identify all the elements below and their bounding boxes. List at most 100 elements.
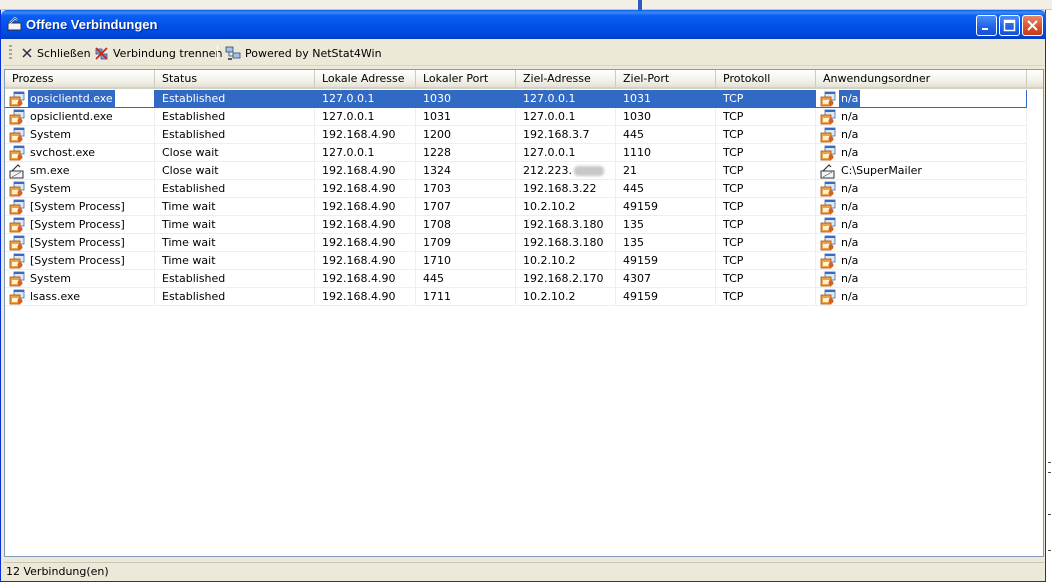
status-value: Established xyxy=(162,182,226,195)
cell-remote-port: 49159 xyxy=(616,252,716,270)
disconnect-button[interactable]: Verbindung trennen xyxy=(94,44,222,62)
app-folder-label: n/a xyxy=(841,182,859,195)
connections-window: Offene Verbindungen Schließen Verbindung… xyxy=(0,10,1046,582)
column-header-status[interactable]: Status xyxy=(155,70,315,87)
close-button-label: Schließen xyxy=(37,46,91,60)
cell-status: Established xyxy=(155,180,315,198)
column-header-local-port[interactable]: Lokaler Port xyxy=(416,70,516,87)
cell-process: [System Process] xyxy=(5,234,155,252)
app-process-icon xyxy=(820,271,836,287)
cell-remote-address: 127.0.0.1 xyxy=(516,108,616,126)
title-bar[interactable]: Offene Verbindungen xyxy=(1,10,1046,39)
cell-remote-address: 127.0.0.1 xyxy=(516,90,616,108)
status-value: Established xyxy=(162,290,226,303)
status-value: Time wait xyxy=(162,254,216,267)
background-desktop-strip xyxy=(0,0,1052,10)
connection-count: 12 Verbindung(en) xyxy=(6,565,109,578)
status-value: Time wait xyxy=(162,200,216,213)
status-value: Time wait xyxy=(162,236,216,249)
process-name: System xyxy=(30,272,72,285)
table-row[interactable]: lsass.exe Established 192.168.4.90 1711 10.2… xyxy=(5,288,1043,306)
cell-local-port: 1708 xyxy=(416,216,516,234)
local-address-value: 192.168.4.90 xyxy=(322,200,396,213)
cell-local-address: 192.168.4.90 xyxy=(315,252,416,270)
cell-app-folder: n/a xyxy=(816,234,1027,252)
cell-app-folder: n/a xyxy=(816,216,1027,234)
cell-local-port: 1200 xyxy=(416,126,516,144)
table-row[interactable]: [System Process] Time wait 192.168.4.90 171… xyxy=(5,252,1043,270)
protocol-value: TCP xyxy=(723,92,744,105)
toolbar-grip[interactable] xyxy=(9,45,12,61)
minimize-button[interactable] xyxy=(976,15,997,36)
status-value: Close wait xyxy=(162,164,219,177)
maximize-button[interactable] xyxy=(999,15,1020,36)
background-right-edge xyxy=(1046,10,1052,584)
table-row[interactable]: opsiclientd.exe Established 127.0.0.1 1030 1… xyxy=(5,90,1043,108)
close-button[interactable]: Schließen xyxy=(21,44,91,62)
table-row[interactable]: System Established 192.168.4.90 1200 192.168… xyxy=(5,126,1043,144)
table-row[interactable]: [System Process] Time wait 192.168.4.90 170… xyxy=(5,234,1043,252)
cell-remote-address: 10.2.10.2 xyxy=(516,288,616,306)
app-folder-label: n/a xyxy=(841,236,859,249)
app-process-icon xyxy=(9,289,25,305)
cell-local-port: 1703 xyxy=(416,180,516,198)
column-header-process[interactable]: Prozess xyxy=(5,70,155,87)
app-process-icon xyxy=(820,289,836,305)
table-row[interactable]: System Established 192.168.4.90 1703 192.168… xyxy=(5,180,1043,198)
app-folder-label: n/a xyxy=(841,200,859,213)
connections-list[interactable]: Prozess Status Lokale Adresse Lokaler Port Z… xyxy=(4,69,1044,557)
table-row[interactable]: System Established 192.168.4.90 445 192.168.… xyxy=(5,270,1043,288)
local-port-value: 1031 xyxy=(423,110,451,123)
toolbar-separator xyxy=(217,45,218,61)
cell-local-port: 1030 xyxy=(416,90,516,108)
app-folder-label: n/a xyxy=(839,90,861,107)
table-row[interactable]: svchost.exe Close wait 127.0.0.1 1228 127.0.… xyxy=(5,144,1043,162)
process-name: [System Process] xyxy=(30,236,125,249)
cell-local-address: 192.168.4.90 xyxy=(315,216,416,234)
column-header-remote-port[interactable]: Ziel-Port xyxy=(616,70,716,87)
powered-by-button[interactable]: Powered by NetStat4Win xyxy=(225,44,382,62)
app-folder-label: n/a xyxy=(841,254,859,267)
local-address-value: 127.0.0.1 xyxy=(322,92,375,105)
column-header-protocol[interactable]: Protokoll xyxy=(716,70,816,87)
cell-status: Established xyxy=(155,108,315,126)
table-row[interactable]: [System Process] Time wait 192.168.4.90 170… xyxy=(5,216,1043,234)
app-process-icon xyxy=(820,217,836,233)
app-process-icon xyxy=(9,109,25,125)
app-process-icon xyxy=(820,253,836,269)
cell-remote-address: 192.168.3.180 xyxy=(516,234,616,252)
app-folder-label: n/a xyxy=(841,110,859,123)
cell-status: Time wait xyxy=(155,198,315,216)
cell-protocol: TCP xyxy=(716,180,816,198)
cell-status: Established xyxy=(155,90,315,108)
cell-app-folder: n/a xyxy=(816,288,1027,306)
column-header-app-folder[interactable]: Anwendungsordner xyxy=(816,70,1027,87)
cell-local-address: 192.168.4.90 xyxy=(315,198,416,216)
background-fragment xyxy=(1048,472,1051,473)
column-header-remote-address[interactable]: Ziel-Adresse xyxy=(516,70,616,87)
cell-app-folder: n/a xyxy=(816,180,1027,198)
cell-remote-port: 21 xyxy=(616,162,716,180)
remote-address-value: 212.223. xyxy=(523,164,572,177)
process-name: sm.exe xyxy=(30,164,70,177)
process-name: System xyxy=(30,128,72,141)
cell-app-folder: n/a xyxy=(816,270,1027,288)
remote-port-value: 135 xyxy=(623,218,644,231)
cell-local-port: 1710 xyxy=(416,252,516,270)
column-header-local-address[interactable]: Lokale Adresse xyxy=(315,70,416,87)
cell-remote-port: 135 xyxy=(616,234,716,252)
cell-local-port: 1031 xyxy=(416,108,516,126)
table-row[interactable]: opsiclientd.exe Established 127.0.0.1 1031 1… xyxy=(5,108,1043,126)
remote-port-value: 445 xyxy=(623,182,644,195)
cell-protocol: TCP xyxy=(716,270,816,288)
local-address-value: 192.168.4.90 xyxy=(322,164,396,177)
list-rows: opsiclientd.exe Established 127.0.0.1 1030 1… xyxy=(5,90,1043,306)
table-row[interactable]: [System Process] Time wait 192.168.4.90 170… xyxy=(5,198,1043,216)
cell-app-folder: n/a xyxy=(816,252,1027,270)
cell-local-port: 1707 xyxy=(416,198,516,216)
table-row[interactable]: sm.exe Close wait 192.168.4.90 1324 212.223.… xyxy=(5,162,1043,180)
app-process-icon xyxy=(9,91,25,107)
app-process-icon xyxy=(9,253,25,269)
remote-address-value: 127.0.0.1 xyxy=(523,110,576,123)
close-window-button[interactable] xyxy=(1022,15,1043,36)
